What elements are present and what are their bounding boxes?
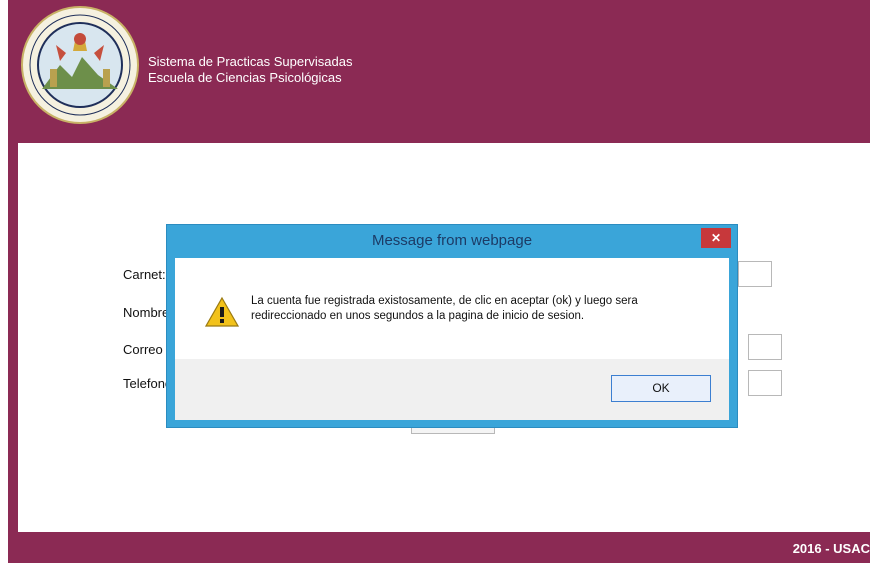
system-title: Sistema de Practicas Supervisadas xyxy=(148,54,353,69)
dialog-message: La cuenta fue registrada existosamente, … xyxy=(251,295,638,322)
ok-button[interactable]: OK xyxy=(611,375,711,402)
footer: 2016 - USAC xyxy=(8,532,870,563)
carnet-label: Carnet: xyxy=(123,267,166,282)
telefono-input[interactable] xyxy=(748,370,782,396)
footer-copyright: 2016 - USAC xyxy=(792,541,870,556)
correo-input[interactable] xyxy=(748,334,782,360)
university-seal-logo xyxy=(21,6,139,124)
dialog-button-bar: OK xyxy=(175,359,729,420)
dialog-body: La cuenta fue registrada existosamente, … xyxy=(175,258,729,420)
telefono-label: Telefono xyxy=(123,376,173,391)
header: Sistema de Practicas Supervisadas Escuel… xyxy=(8,0,870,143)
school-title: Escuela de Ciencias Psicológicas xyxy=(148,70,342,85)
close-button[interactable]: ✕ xyxy=(701,228,731,248)
dialog-title: Message from webpage xyxy=(371,232,533,249)
warning-icon xyxy=(205,296,239,327)
carnet-input[interactable] xyxy=(738,261,772,287)
close-icon: ✕ xyxy=(710,231,722,245)
header-titles: Sistema de Practicas Supervisadas Escuel… xyxy=(148,54,352,86)
message-dialog: Message from webpage ✕ La cuenta fue reg… xyxy=(166,224,738,428)
nombre-label: Nombre xyxy=(123,305,170,320)
